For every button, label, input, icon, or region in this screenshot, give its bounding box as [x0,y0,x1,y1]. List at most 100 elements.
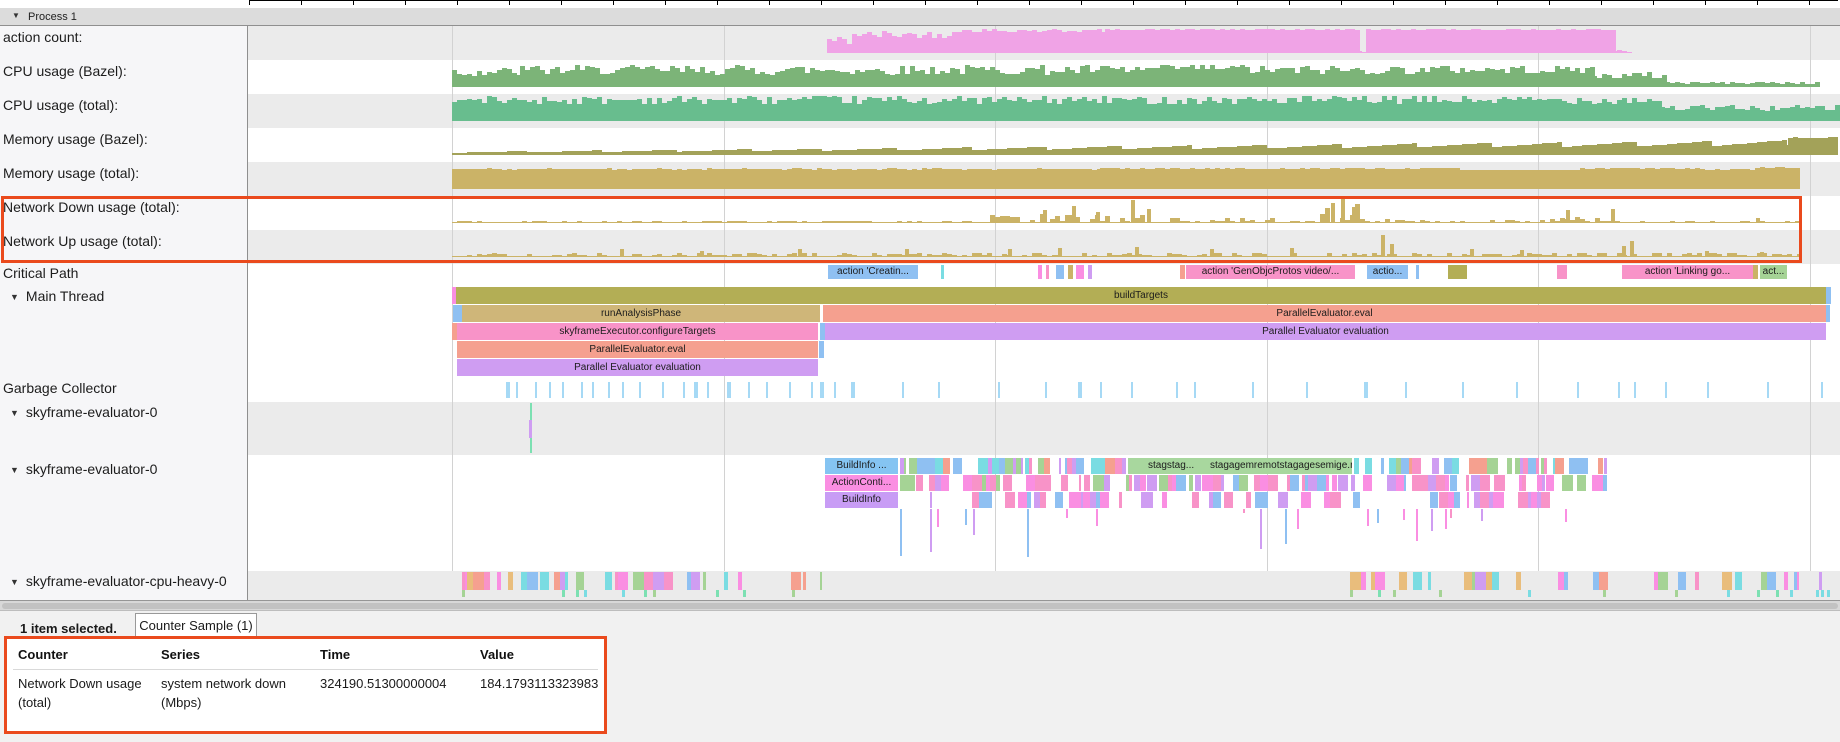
trace-slice[interactable] [1404,475,1406,491]
trace-slice[interactable] [917,458,926,474]
trace-slice[interactable] [972,475,981,491]
scrollbar-thumb[interactable] [2,603,1838,609]
trace-slice[interactable] [953,458,961,474]
trace-slice[interactable] [1471,475,1480,491]
cpu-heavy-slice[interactable] [527,572,538,590]
cpu-heavy-slice[interactable] [1784,572,1788,590]
cpu-heavy-slice[interactable] [1413,572,1423,590]
cpu-heavy-slice[interactable] [484,572,490,590]
trace-slice[interactable] [1555,458,1564,474]
main-thread-slice[interactable]: ParallelEvaluator.eval [823,305,1826,322]
cpu-heavy-slice[interactable] [497,572,501,590]
main-thread-slice[interactable]: Parallel Evaluator evaluation [825,323,1826,340]
trace-slice[interactable] [916,475,923,491]
critical-path-tick[interactable] [1056,265,1064,279]
critical-path-tick[interactable] [1557,265,1567,279]
trace-slice[interactable] [1059,458,1061,474]
trace-slice[interactable] [1396,475,1404,491]
trace-slice[interactable] [1546,475,1554,491]
main-thread-slice[interactable] [819,341,824,358]
sidebar-item-main-thread[interactable]: ▼Main Thread [10,288,256,306]
trace-slice[interactable] [1192,492,1199,508]
cpu-heavy-slice[interactable] [1475,572,1486,590]
trace-slice[interactable] [1147,475,1156,491]
cpu-heavy-slice[interactable] [1361,572,1366,590]
cpu-heavy-slice[interactable] [1797,572,1799,590]
skyframe-green-band[interactable]: stagstag...stagagemremotstagagesemige.re… [1128,458,1352,474]
cpu-heavy-slice[interactable] [1464,572,1472,590]
trace-slice[interactable] [1353,475,1355,491]
trace-slice[interactable] [1096,458,1104,474]
critical-path-tick[interactable] [1753,265,1758,279]
cpu-heavy-slice[interactable] [1516,572,1522,590]
trace-slice[interactable] [1544,458,1547,474]
trace-slice[interactable] [1430,492,1438,508]
trace-slice[interactable] [1317,475,1327,491]
cpu-heavy-slice[interactable] [565,572,568,590]
critical-path-slice[interactable]: actio... [1367,265,1408,279]
sidebar-item-skyframe-evaluator-0[interactable]: ▼skyframe-evaluator-0 [10,404,256,422]
trace-slice[interactable] [1146,492,1154,508]
trace-slice[interactable] [1381,458,1384,474]
trace-slice[interactable] [1040,492,1046,508]
trace-slice[interactable] [992,458,999,474]
trace-slice[interactable] [1480,492,1488,508]
cpu-heavy-slice[interactable] [791,572,801,590]
cpu-heavy-slice[interactable] [653,572,664,590]
trace-slice[interactable] [1224,492,1233,508]
trace-slice[interactable] [905,475,915,491]
trace-slice[interactable] [1592,475,1603,491]
trace-slice[interactable] [1076,458,1084,474]
critical-path-tick[interactable] [1088,265,1092,279]
column-header-value[interactable]: Value [480,647,514,662]
cpu-heavy-slice[interactable] [1564,572,1568,590]
trace-slice[interactable] [1265,492,1268,508]
column-header-series[interactable]: Series [161,647,200,662]
trace-slice[interactable] [1005,458,1013,474]
skyframe-slice-labeled[interactable]: ActionConti... [825,475,898,491]
critical-path-slice[interactable]: action 'GenObjcProtos video/... [1186,265,1355,279]
column-header-time[interactable]: Time [320,647,350,662]
trace-slice[interactable] [1140,475,1146,491]
trace-slice[interactable] [943,458,950,474]
trace-slice[interactable] [1412,458,1422,474]
trace-slice[interactable] [1129,475,1132,491]
trace-slice[interactable] [1213,492,1221,508]
cpu-heavy-slice[interactable] [1599,572,1608,590]
trace-slice[interactable] [1093,475,1104,491]
collapse-arrow-icon[interactable]: ▼ [12,11,20,20]
trace-slice[interactable] [1466,475,1469,491]
cpu-heavy-slice[interactable] [1492,572,1499,590]
trace-slice[interactable] [999,458,1005,474]
trace-slice[interactable] [1035,475,1043,491]
trace-slice[interactable] [1569,458,1577,474]
trace-slice[interactable] [1528,458,1537,474]
trace-slice[interactable] [1467,492,1469,508]
trace-slice[interactable] [1018,492,1027,508]
trace-slice[interactable] [1389,458,1396,474]
trace-slice[interactable] [1326,475,1328,491]
cpu-heavy-slice[interactable] [703,572,706,590]
trace-slice[interactable] [1005,492,1015,508]
cpu-heavy-slice[interactable] [1428,572,1431,590]
trace-slice[interactable] [1195,475,1202,491]
trace-slice[interactable] [1278,492,1288,508]
counter-track-memory-usage-total[interactable] [248,164,1840,189]
collapse-arrow-icon[interactable]: ▼ [10,577,19,587]
trace-slice[interactable] [1239,475,1248,491]
critical-path-tick[interactable] [1068,265,1073,279]
cpu-heavy-slice[interactable] [1658,572,1668,590]
sidebar-item-critical-path[interactable]: Critical Path [3,265,249,283]
trace-slice[interactable] [1542,475,1545,491]
critical-path-tick[interactable] [1416,265,1419,279]
cpu-heavy-slice[interactable] [633,572,644,590]
skyframe-slice-labeled[interactable]: BuildInfo ... [825,458,898,474]
main-thread-slice[interactable]: buildTargets [456,287,1826,304]
trace-slice[interactable] [963,475,972,491]
critical-path-slice[interactable]: act... [1760,265,1787,279]
trace-slice[interactable] [1480,458,1487,474]
trace-slice[interactable] [941,475,949,491]
counter-track-network-down-usage-total[interactable] [248,198,1840,223]
cpu-heavy-slice[interactable] [1399,572,1407,590]
trace-slice[interactable] [926,458,935,474]
